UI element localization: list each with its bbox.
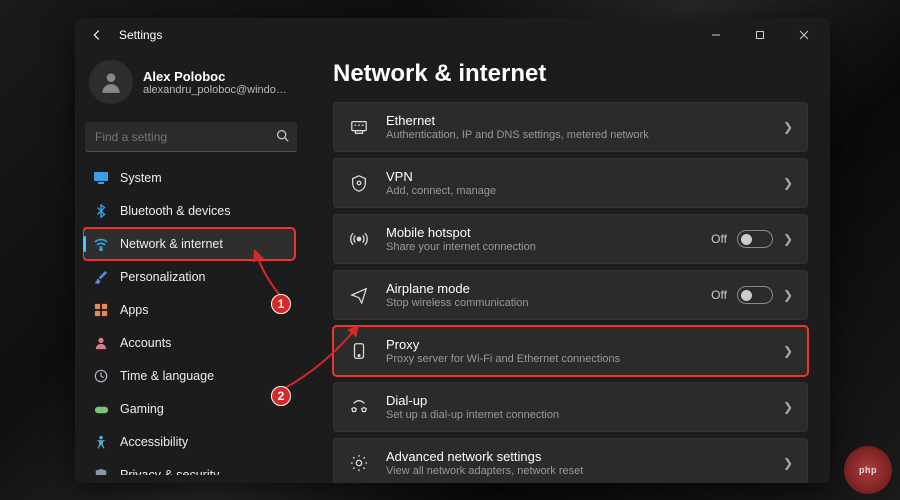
sidebar-item-system[interactable]: System [83, 162, 295, 194]
gamepad-icon [93, 401, 109, 417]
search-icon [276, 129, 289, 145]
display-icon [93, 170, 109, 186]
card-title: Advanced network settings [386, 449, 783, 464]
card-description: Set up a dial-up internet connection [386, 409, 783, 421]
toggle-switch[interactable] [737, 286, 773, 304]
sidebar-nav: System Bluetooth & devices Network & inter… [83, 162, 299, 475]
sidebar-item-label: System [120, 171, 162, 185]
card-title: Dial-up [386, 393, 783, 408]
sidebar-item-apps[interactable]: Apps [83, 294, 295, 326]
card-description: Proxy server for Wi-Fi and Ethernet conn… [386, 353, 783, 365]
chevron-right-icon: ❯ [783, 456, 793, 470]
chevron-right-icon: ❯ [783, 120, 793, 134]
profile-name: Alex Poloboc [143, 69, 293, 84]
ethernet-icon [348, 116, 370, 138]
toggle-state-label: Off [711, 288, 727, 302]
sidebar-item-label: Accounts [120, 336, 171, 350]
sidebar-item-privacy-security[interactable]: Privacy & security [83, 459, 295, 475]
airplane-icon [348, 284, 370, 306]
sidebar-item-label: Apps [120, 303, 149, 317]
sidebar-item-label: Personalization [120, 270, 205, 284]
titlebar: Settings [75, 18, 830, 52]
vpn-icon [348, 172, 370, 194]
settings-card-vpn[interactable]: VPNAdd, connect, manage❯ [333, 158, 808, 208]
sidebar-item-bluetooth-devices[interactable]: Bluetooth & devices [83, 195, 295, 227]
settings-card-ethernet[interactable]: EthernetAuthentication, IP and DNS setti… [333, 102, 808, 152]
card-title: VPN [386, 169, 783, 184]
card-title: Mobile hotspot [386, 225, 711, 240]
hotspot-icon [348, 228, 370, 250]
card-description: Authentication, IP and DNS settings, met… [386, 129, 783, 141]
sidebar-item-accessibility[interactable]: Accessibility [83, 426, 295, 458]
sidebar-item-time-language[interactable]: Time & language [83, 360, 295, 392]
toggle-switch[interactable] [737, 230, 773, 248]
back-arrow-icon [90, 28, 104, 42]
settings-card-dial-up[interactable]: Dial-upSet up a dial-up internet connect… [333, 382, 808, 432]
person-icon [93, 335, 109, 351]
window-controls [694, 20, 826, 50]
profile-email: alexandru_poloboc@windowsreport... [143, 84, 293, 96]
brush-icon [93, 269, 109, 285]
page-title: Network & internet [333, 60, 808, 88]
card-description: View all network adapters, network reset [386, 465, 783, 477]
chevron-right-icon: ❯ [783, 176, 793, 190]
profile-block[interactable]: Alex Poloboc alexandru_poloboc@windowsre… [83, 52, 299, 118]
avatar [89, 60, 133, 104]
advanced-icon [348, 452, 370, 474]
proxy-icon [348, 340, 370, 362]
chevron-right-icon: ❯ [783, 344, 793, 358]
sidebar-item-personalization[interactable]: Personalization [83, 261, 295, 293]
annotation-marker-1: 1 [271, 294, 291, 314]
card-description: Add, connect, manage [386, 185, 783, 197]
settings-card-airplane-mode[interactable]: Airplane modeStop wireless communication… [333, 270, 808, 320]
sidebar-item-label: Accessibility [120, 435, 188, 449]
sidebar-item-label: Gaming [120, 402, 164, 416]
dialup-icon [348, 396, 370, 418]
sidebar-item-label: Privacy & security [120, 468, 219, 475]
settings-card-advanced-network-settings[interactable]: Advanced network settingsView all networ… [333, 438, 808, 483]
sidebar-item-gaming[interactable]: Gaming [83, 393, 295, 425]
card-description: Stop wireless communication [386, 297, 711, 309]
annotation-marker-2: 2 [271, 386, 291, 406]
shield-icon [93, 467, 109, 475]
minimize-button[interactable] [694, 20, 738, 50]
settings-card-mobile-hotspot[interactable]: Mobile hotspotShare your internet connec… [333, 214, 808, 264]
back-button[interactable] [79, 20, 115, 50]
watermark: php [844, 446, 892, 494]
settings-window: Settings Alex Poloboc alexandru_poloboc@… [75, 18, 830, 483]
chevron-right-icon: ❯ [783, 232, 793, 246]
card-description: Share your internet connection [386, 241, 711, 253]
sidebar-item-label: Network & internet [120, 237, 223, 251]
app-title: Settings [119, 28, 162, 42]
card-title: Airplane mode [386, 281, 711, 296]
search-input[interactable] [85, 122, 297, 152]
person-icon [98, 69, 124, 95]
close-button[interactable] [782, 20, 826, 50]
main-panel: Network & internet EthernetAuthenticatio… [307, 52, 830, 483]
settings-list: EthernetAuthentication, IP and DNS setti… [333, 102, 808, 483]
bluetooth-icon [93, 203, 109, 219]
accessibility-icon [93, 434, 109, 450]
maximize-button[interactable] [738, 20, 782, 50]
search-box [85, 122, 297, 152]
apps-icon [93, 302, 109, 318]
chevron-right-icon: ❯ [783, 400, 793, 414]
sidebar: Alex Poloboc alexandru_poloboc@windowsre… [75, 52, 307, 483]
sidebar-item-label: Time & language [120, 369, 214, 383]
settings-card-proxy[interactable]: ProxyProxy server for Wi-Fi and Ethernet… [333, 326, 808, 376]
card-title: Ethernet [386, 113, 783, 128]
sidebar-item-network-internet[interactable]: Network & internet [83, 228, 295, 260]
chevron-right-icon: ❯ [783, 288, 793, 302]
wifi-icon [93, 236, 109, 252]
sidebar-item-label: Bluetooth & devices [120, 204, 231, 218]
toggle-state-label: Off [711, 232, 727, 246]
sidebar-item-accounts[interactable]: Accounts [83, 327, 295, 359]
clock-icon [93, 368, 109, 384]
card-title: Proxy [386, 337, 783, 352]
